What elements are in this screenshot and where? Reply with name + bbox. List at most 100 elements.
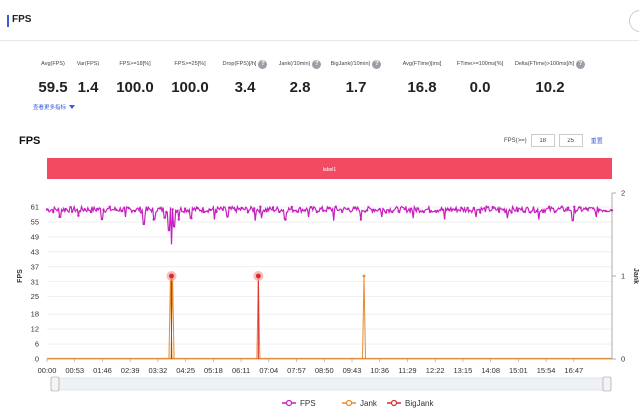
fps-chart: label10612182531374349556101200:00 00:53 0… [17, 158, 639, 408]
fps-point [58, 215, 61, 219]
x-tick-label: 10:36 [370, 366, 389, 375]
fps-point [334, 205, 337, 208]
legend-marker [390, 399, 398, 407]
fps-point [165, 210, 168, 214]
fps-point [560, 205, 563, 208]
fps-point [108, 205, 112, 208]
fps-point [522, 210, 526, 213]
fps-point [96, 207, 99, 211]
fps-point [309, 206, 312, 209]
fps-point [121, 209, 124, 213]
x-tick-label: 07:04 [259, 366, 278, 375]
fps-point [171, 208, 174, 211]
fps-point [347, 207, 350, 210]
y-tick-label: 55 [31, 217, 39, 226]
fps-point [554, 210, 557, 213]
bigjank-point [169, 273, 174, 279]
legend-label-bigjank[interactable]: BigJank [405, 399, 434, 408]
y-tick-label: 31 [31, 277, 39, 286]
fps-point [353, 206, 356, 210]
fps-point [579, 206, 582, 210]
fps-point [573, 205, 576, 208]
fps-point [190, 217, 193, 220]
series-fps-line [46, 204, 613, 245]
x-tick-label: 04:25 [176, 366, 195, 375]
fps-point [598, 208, 601, 211]
fps-point [77, 214, 80, 217]
fps-point [246, 211, 250, 214]
fps-point [328, 206, 331, 209]
x-tick-label: 11:29 [398, 366, 416, 375]
fps-point [472, 206, 476, 210]
fps-point [397, 210, 400, 213]
y-tick-label: 12 [31, 325, 39, 334]
x-tick-label: 07:57 [287, 366, 306, 375]
fps-point [485, 205, 488, 208]
fps-point [196, 207, 199, 210]
y-tick-label: 43 [31, 247, 39, 256]
y-tick-label: 6 [35, 340, 39, 349]
fps-point [202, 210, 206, 214]
x-tick-label: 09:43 [343, 366, 362, 375]
fps-point [372, 208, 375, 211]
fps-point [441, 208, 444, 211]
fps-point [83, 208, 86, 211]
x-tick-label: 00:53 [65, 366, 84, 375]
zoom-handle-left[interactable] [50, 376, 60, 392]
bigjank-point [255, 273, 261, 279]
fps-point [127, 206, 130, 210]
x-tick-label: 02:39 [121, 366, 140, 375]
x-tick-label: 06:11 [232, 366, 250, 375]
fps-point [102, 208, 105, 211]
zoom-slider-track[interactable] [52, 377, 611, 391]
legend-label-fps[interactable]: FPS [300, 399, 316, 408]
fps-point [541, 210, 545, 214]
fps-point [209, 208, 212, 212]
fps-point [416, 207, 419, 210]
fps-point [133, 210, 137, 213]
x-tick-label: 05:18 [204, 366, 223, 375]
jank-spike [362, 275, 367, 360]
fps-point [391, 210, 394, 214]
y2-tick-label: 2 [621, 189, 625, 198]
x-tick-label: 14:08 [481, 366, 500, 375]
fps-point [548, 205, 551, 208]
fps-point [52, 210, 55, 214]
fps-point [403, 207, 406, 211]
fps-point [447, 208, 450, 211]
fps-point [158, 207, 162, 210]
fps-point [340, 210, 344, 213]
x-tick-label: 15:54 [537, 366, 556, 375]
fps-point [64, 207, 68, 211]
y-axis-title: FPS [17, 269, 24, 283]
y-tick-label: 37 [31, 262, 39, 271]
fps-point [453, 208, 457, 211]
fps-point [466, 206, 469, 210]
y2-axis-title: Jank [632, 268, 639, 284]
zoom-handle-right[interactable] [602, 376, 612, 392]
x-tick-label: 01:46 [93, 366, 112, 375]
fps-point [535, 209, 538, 213]
fps-point [378, 207, 381, 211]
fps-point [491, 205, 494, 209]
fps-point [384, 211, 388, 214]
y-tick-label: 0 [35, 355, 39, 364]
fps-point [504, 210, 507, 214]
fps-point [516, 209, 519, 213]
fps-point [510, 211, 513, 214]
fps-point [177, 218, 180, 221]
legend-label-jank[interactable]: Jank [360, 399, 378, 408]
fps-point [265, 209, 268, 213]
fps-point [322, 209, 325, 212]
fps-point [240, 206, 243, 210]
fps-point [70, 210, 74, 213]
fps-point [45, 208, 49, 211]
label-band-text: label1 [323, 167, 337, 173]
fps-point [497, 210, 501, 213]
legend-marker [285, 399, 293, 407]
fps-point [422, 210, 425, 214]
y2-tick-label: 1 [621, 272, 625, 281]
y-tick-label: 61 [31, 203, 39, 212]
fps-point [409, 207, 413, 210]
fps-point [290, 205, 293, 209]
